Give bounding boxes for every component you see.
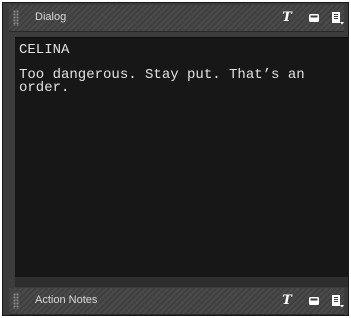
action-notes-panel-header[interactable]: Action Notes T bbox=[9, 288, 344, 315]
dialog-panel-header[interactable]: Dialog T bbox=[9, 5, 344, 32]
drag-grip-icon[interactable] bbox=[13, 293, 19, 309]
page-menu-icon[interactable] bbox=[329, 10, 345, 26]
page-menu-icon[interactable] bbox=[329, 293, 345, 309]
text-format-icon[interactable]: T bbox=[279, 10, 295, 26]
panel-splitter[interactable] bbox=[15, 277, 348, 287]
drag-grip-icon[interactable] bbox=[13, 10, 19, 26]
dialog-panel-title: Dialog bbox=[35, 11, 67, 23]
dialog-line[interactable]: Too dangerous. Stay put. That’s an order… bbox=[19, 68, 347, 95]
script-panels: Dialog T CELINA Too dangerous. Stay put.… bbox=[2, 2, 349, 316]
character-name[interactable]: CELINA bbox=[19, 42, 69, 58]
panel-toggle-icon[interactable] bbox=[306, 10, 322, 26]
dialog-editor[interactable]: CELINA Too dangerous. Stay put. That’s a… bbox=[15, 37, 348, 278]
text-format-icon[interactable]: T bbox=[279, 293, 295, 309]
action-notes-panel-title: Action Notes bbox=[35, 294, 98, 306]
panel-toggle-icon[interactable] bbox=[306, 293, 322, 309]
